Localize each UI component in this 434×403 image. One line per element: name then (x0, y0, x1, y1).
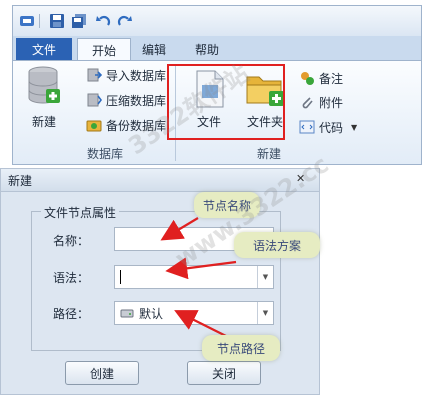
path-callout: 节点路径 (202, 335, 280, 361)
arrow-to-path-field (174, 310, 229, 338)
syntax-callout: 语法方案 (234, 232, 320, 258)
